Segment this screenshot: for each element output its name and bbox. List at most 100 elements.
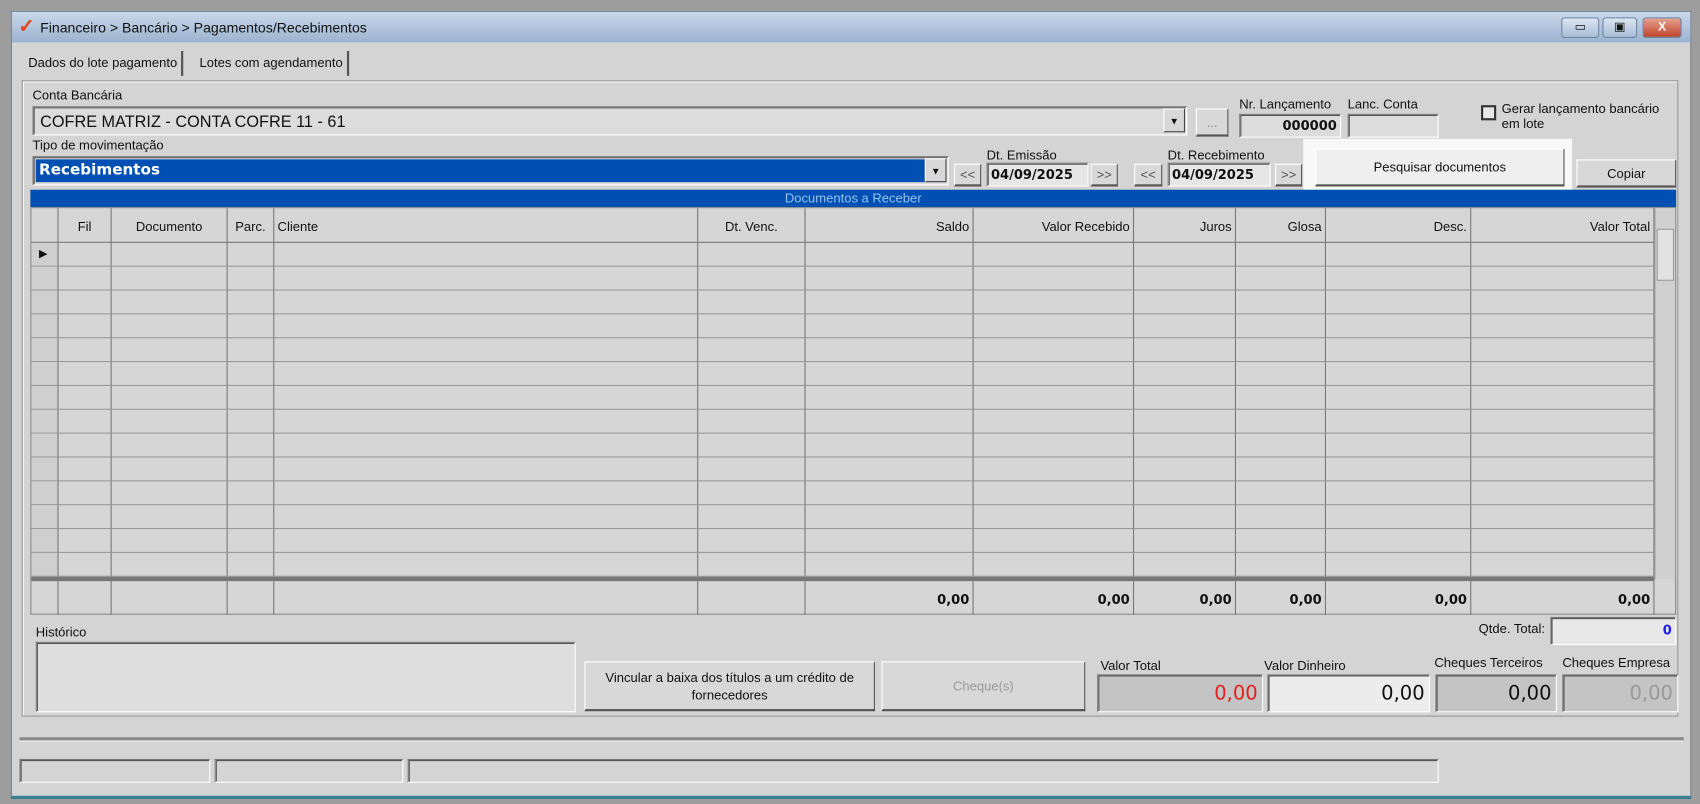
grid-cell[interactable]	[58, 552, 112, 577]
grid-cell[interactable]	[1235, 242, 1326, 267]
emissao-next-button[interactable]: >>	[1090, 163, 1118, 187]
row-indicator[interactable]	[31, 529, 59, 553]
grid-cell[interactable]	[973, 529, 1135, 553]
grid-cell[interactable]	[698, 457, 806, 482]
grid-cell[interactable]	[58, 362, 112, 386]
scrollbar-thumb[interactable]	[1656, 228, 1675, 281]
grid-cell[interactable]	[805, 290, 974, 315]
grid-cell[interactable]	[1471, 529, 1655, 553]
conta-bancaria-select[interactable]: COFRE MATRIZ - CONTA COFRE 11 - 61	[32, 106, 1188, 136]
grid-cell[interactable]	[1471, 481, 1655, 506]
grid-cell[interactable]	[227, 385, 275, 410]
grid-cell[interactable]	[1325, 529, 1472, 553]
grid-cell[interactable]	[1325, 242, 1472, 267]
recebimento-prev-button[interactable]: <<	[1134, 163, 1163, 187]
grid-cell[interactable]	[1325, 266, 1472, 291]
grid-cell[interactable]	[698, 409, 806, 434]
minimize-button[interactable]: ▭	[1561, 17, 1600, 38]
grid-cell[interactable]	[973, 290, 1135, 315]
grid-cell[interactable]	[1471, 242, 1655, 267]
grid-cell[interactable]	[698, 529, 806, 553]
grid-cell[interactable]	[1325, 409, 1472, 434]
grid-cell[interactable]	[1235, 529, 1326, 553]
grid-cell[interactable]	[805, 338, 974, 363]
copiar-button[interactable]: Copiar	[1576, 159, 1677, 188]
grid-cell[interactable]	[1235, 552, 1326, 577]
grid-cell[interactable]	[58, 409, 112, 434]
close-button[interactable]: X	[1642, 17, 1682, 38]
grid-cell[interactable]	[1134, 242, 1236, 267]
dt-emissao-field[interactable]: 04/09/2025	[986, 162, 1089, 187]
grid-cell[interactable]	[1471, 505, 1655, 530]
grid-cell[interactable]	[274, 409, 699, 434]
grid-cell[interactable]	[1471, 266, 1655, 291]
grid-cell[interactable]	[1134, 433, 1236, 458]
grid-cell[interactable]	[227, 409, 275, 434]
grid-cell[interactable]	[111, 385, 228, 410]
grid-cell[interactable]	[111, 290, 228, 315]
grid-cell[interactable]	[274, 362, 699, 386]
grid-cell[interactable]	[227, 529, 275, 553]
grid-cell[interactable]	[111, 481, 228, 506]
grid-cell[interactable]	[227, 314, 275, 339]
grid-cell[interactable]	[1471, 552, 1655, 577]
row-indicator[interactable]	[31, 552, 59, 577]
grid-cell[interactable]	[58, 457, 112, 482]
emissao-prev-button[interactable]: <<	[954, 163, 982, 187]
grid-cell[interactable]	[111, 457, 228, 482]
grid-cell[interactable]	[1325, 457, 1472, 482]
pesquisar-documentos-button[interactable]: Pesquisar documentos	[1315, 148, 1565, 187]
tipo-movimentacao-select[interactable]: Recebimentos	[32, 156, 949, 186]
grid-cell[interactable]	[58, 266, 112, 291]
grid-cell[interactable]	[973, 409, 1135, 434]
grid-cell[interactable]	[1235, 290, 1326, 315]
grid-cell[interactable]	[274, 505, 699, 530]
row-indicator[interactable]	[31, 505, 59, 530]
grid-cell[interactable]	[1471, 385, 1655, 410]
row-indicator[interactable]	[31, 290, 59, 315]
grid-cell[interactable]	[805, 362, 974, 386]
grid-cell[interactable]	[58, 338, 112, 363]
grid-cell[interactable]	[805, 505, 974, 530]
grid-cell[interactable]	[227, 457, 275, 482]
row-indicator[interactable]	[31, 362, 59, 386]
grid-cell[interactable]	[1134, 314, 1236, 339]
grid-cell[interactable]	[973, 552, 1135, 577]
grid-cell[interactable]	[1134, 505, 1236, 530]
grid-cell[interactable]	[58, 290, 112, 315]
grid-cell[interactable]	[1471, 338, 1655, 363]
grid-cell[interactable]	[274, 529, 699, 553]
column-header[interactable]: Valor Recebido	[973, 208, 1135, 243]
grid-cell[interactable]	[274, 457, 699, 482]
grid-cell[interactable]	[805, 552, 974, 577]
grid-cell[interactable]	[1325, 338, 1472, 363]
column-header[interactable]: Desc.	[1325, 208, 1472, 243]
chevron-down-icon[interactable]: ▼	[1163, 108, 1186, 133]
grid-scrollbar[interactable]	[1654, 208, 1676, 579]
grid-cell[interactable]	[227, 552, 275, 577]
grid-cell[interactable]	[111, 433, 228, 458]
grid-cell[interactable]	[805, 409, 974, 434]
grid-cell[interactable]	[227, 338, 275, 363]
recebimento-next-button[interactable]: >>	[1275, 163, 1303, 187]
grid-cell[interactable]	[805, 385, 974, 410]
grid-cell[interactable]	[274, 338, 699, 363]
column-header[interactable]: Cliente	[274, 208, 699, 243]
grid-cell[interactable]	[227, 505, 275, 530]
grid-cell[interactable]	[274, 266, 699, 291]
grid-cell[interactable]	[227, 290, 275, 315]
grid-cell[interactable]	[973, 457, 1135, 482]
grid-cell[interactable]	[805, 481, 974, 506]
grid-cell[interactable]	[698, 314, 806, 339]
row-indicator[interactable]	[31, 266, 59, 291]
chevron-down-icon[interactable]: ▼	[924, 158, 947, 183]
grid-cell[interactable]	[1235, 481, 1326, 506]
grid-cell[interactable]	[1235, 314, 1326, 339]
grid-cell[interactable]	[1134, 409, 1236, 434]
grid-cell[interactable]	[111, 552, 228, 577]
grid-cell[interactable]	[1325, 385, 1472, 410]
vincular-credito-button[interactable]: Vincular a baixa dos títulos a um crédit…	[584, 661, 875, 712]
column-header[interactable]: Glosa	[1235, 208, 1326, 243]
grid-cell[interactable]	[58, 505, 112, 530]
grid-cell[interactable]	[1471, 290, 1655, 315]
